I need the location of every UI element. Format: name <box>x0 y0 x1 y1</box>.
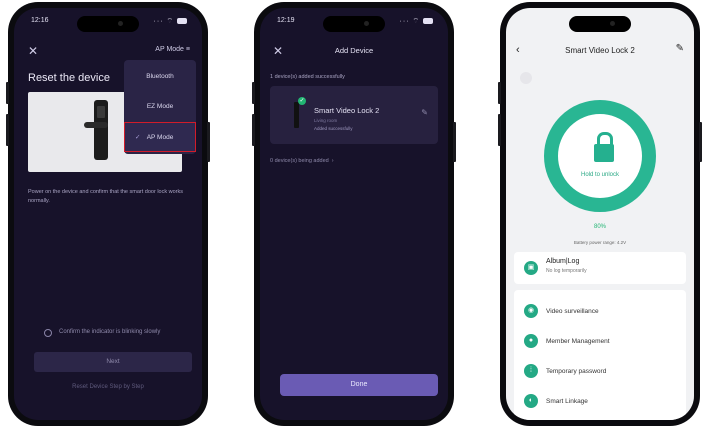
being-added-label: 0 device(s) being added <box>270 158 329 164</box>
list-item-smart-linkage[interactable]: ◐ Smart Linkage <box>514 388 686 418</box>
device-room: Living room <box>314 118 338 123</box>
list-item-member-management[interactable]: ● Member Management <box>514 328 686 358</box>
confirm-radio[interactable] <box>44 329 52 337</box>
dropdown-item-ap-mode[interactable]: ✓ AP Mode <box>124 122 196 152</box>
side-button <box>207 122 210 162</box>
wifi-icon <box>520 72 532 84</box>
dropdown-item-label: AP Mode <box>146 134 174 141</box>
done-button[interactable]: Done <box>280 374 438 396</box>
list-item-label: Smart Linkage <box>546 398 588 405</box>
dynamic-island <box>569 16 631 32</box>
lock-handle <box>84 122 108 128</box>
dropdown-item-ez-mode[interactable]: EZ Mode <box>124 92 196 122</box>
side-button <box>6 82 9 104</box>
video-icon: ◉ <box>524 304 538 318</box>
list-item-label: Temporary password <box>546 368 607 375</box>
device-thumbnail <box>294 102 299 128</box>
album-log-card[interactable]: ▣ Album|Log No log temporarily <box>514 252 686 284</box>
screen: 12:16 ··· ⌔ ✕ AP Mode ≡ Reset the device… <box>14 8 202 420</box>
person-icon: ● <box>524 334 538 348</box>
dynamic-island <box>323 16 385 32</box>
status-icons: ··· ⌔ <box>400 17 433 26</box>
lock-display <box>97 106 105 118</box>
status-time: 12:19 <box>277 17 295 24</box>
status-time: 12:16 <box>31 17 49 24</box>
lock-icon-body <box>594 144 614 162</box>
list-item-label: Video surveillance <box>546 308 599 315</box>
edit-icon[interactable]: ✎ <box>421 108 428 117</box>
status-icons: ··· ⌔ <box>154 17 187 26</box>
dropdown-item-label: EZ Mode <box>146 103 174 110</box>
dropdown-item-bluetooth[interactable]: Bluetooth <box>124 62 196 92</box>
device-name: Smart Video Lock 2 <box>314 106 380 115</box>
album-log-title: Album|Log <box>546 258 580 265</box>
list-item-video-surveillance[interactable]: ◉ Video surveillance <box>514 298 686 328</box>
edit-icon[interactable]: ✎ <box>676 43 684 54</box>
added-status: 1 device(s) added successfully <box>270 74 345 80</box>
phone-add-device: 12:19 ··· ⌔ ✕ Add Device 1 device(s) add… <box>252 2 456 426</box>
mode-label: AP Mode <box>155 46 184 53</box>
dynamic-island <box>77 16 139 32</box>
check-icon: ✓ <box>298 97 306 105</box>
phone-reset-device: 12:16 ··· ⌔ ✕ AP Mode ≡ Reset the device… <box>6 2 210 426</box>
guide-link[interactable]: Reset Device Step by Step <box>14 384 202 390</box>
page-title: Reset the device <box>28 72 110 84</box>
page-title: Smart Video Lock 2 <box>565 46 635 55</box>
side-button <box>252 82 255 104</box>
list-item-label: Member Management <box>546 338 610 345</box>
device-card[interactable]: ✓ Smart Video Lock 2 Living room Added s… <box>270 86 438 144</box>
album-log-subtitle: No log temporarily <box>546 268 587 274</box>
toggle-icon: ◐ <box>524 394 538 408</box>
album-icon: ▣ <box>524 261 538 275</box>
confirm-label: Confirm the indicator is blinking slowly <box>59 329 161 335</box>
side-button <box>252 114 255 146</box>
side-button <box>6 114 9 146</box>
dropdown-item-label: Bluetooth <box>146 73 174 80</box>
list-item-temporary-password[interactable]: ⁞ Temporary password <box>514 358 686 388</box>
page-title: Add Device <box>334 46 374 55</box>
close-icon[interactable]: ✕ <box>28 44 38 58</box>
check-icon: ✓ <box>135 134 141 141</box>
instruction-text: Power on the device and confirm that the… <box>28 189 183 204</box>
menu-icon: ≡ <box>185 46 190 53</box>
battery-level: 80% <box>593 224 606 230</box>
battery-description: Battery power range: 4.2V <box>573 240 627 245</box>
side-button <box>498 82 501 104</box>
battery-icon <box>423 18 433 25</box>
keypad-icon: ⁞ <box>524 364 538 378</box>
screen: ‹ Smart Video Lock 2 ✎ Hold to unlock 80… <box>506 8 694 420</box>
mode-selector[interactable]: AP Mode ≡ <box>155 46 190 53</box>
being-added-status[interactable]: 0 device(s) being added › <box>270 158 334 164</box>
next-button[interactable]: Next <box>34 352 192 372</box>
hold-to-unlock-label: Hold to unlock <box>580 172 620 178</box>
battery-icon <box>177 18 187 25</box>
side-button <box>453 122 456 162</box>
side-button <box>699 122 702 162</box>
unlock-button[interactable]: Hold to unlock <box>544 100 656 212</box>
side-button <box>498 114 501 146</box>
mode-dropdown: Bluetooth EZ Mode ✓ AP Mode <box>124 60 196 154</box>
phone-lock-control: ‹ Smart Video Lock 2 ✎ Hold to unlock 80… <box>498 2 702 426</box>
screen: 12:19 ··· ⌔ ✕ Add Device 1 device(s) add… <box>260 8 448 420</box>
device-status: Added successfully <box>314 126 353 131</box>
chevron-right-icon: › <box>330 158 334 164</box>
